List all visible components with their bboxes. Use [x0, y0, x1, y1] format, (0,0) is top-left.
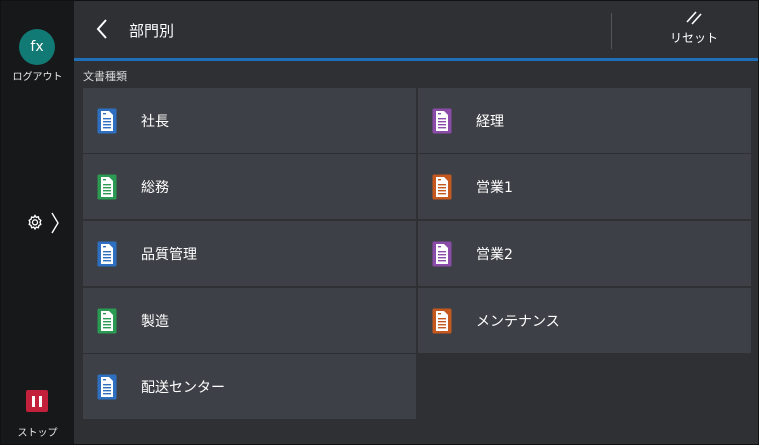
document-type-tile[interactable]: 営業1: [418, 154, 751, 219]
document-type-label: メンテナンス: [476, 313, 560, 330]
document-icon: [97, 308, 117, 333]
page-title: 部門別: [129, 22, 175, 40]
user-initials: fx: [30, 39, 44, 55]
pause-icon-bar-right: [39, 395, 42, 407]
chevron-right-icon: [51, 212, 59, 234]
document-icon: [97, 174, 117, 199]
user-avatar-button[interactable]: fx: [19, 29, 55, 65]
reset-button[interactable]: リセット: [644, 9, 744, 55]
document-type-label: 営業1: [476, 179, 513, 196]
gear-icon: [28, 214, 42, 231]
side-rail: fx ログアウト ストップ: [1, 1, 74, 444]
document-icon: [432, 174, 452, 199]
document-icon: [97, 108, 117, 133]
stop-button[interactable]: [26, 390, 48, 412]
logout-label: ログアウト: [12, 72, 63, 83]
document-type-label: 経理: [476, 113, 504, 130]
document-type-label: 総務: [141, 179, 169, 196]
document-type-tile[interactable]: 経理: [418, 88, 751, 153]
document-icon: [432, 241, 452, 266]
document-type-label: 営業2: [476, 246, 513, 263]
reset-label: リセット: [669, 31, 718, 45]
reset-icon: [686, 11, 702, 25]
document-type-tile[interactable]: 製造: [83, 288, 416, 353]
screen: fx ログアウト ストップ 部門別 リセット 文書種類 社長 経理 総務 営業1…: [0, 0, 759, 445]
document-type-tile[interactable]: 社長: [83, 88, 416, 153]
document-icon: [432, 108, 452, 133]
document-type-label: 配送センター: [141, 379, 225, 396]
document-type-label: 品質管理: [141, 246, 197, 263]
document-type-label: 社長: [141, 113, 169, 130]
document-type-tile[interactable]: メンテナンス: [418, 288, 751, 353]
document-icon: [97, 374, 117, 399]
section-label: 文書種類: [83, 70, 127, 83]
document-type-tile[interactable]: 営業2: [418, 221, 751, 286]
document-type-tile[interactable]: 品質管理: [83, 221, 416, 286]
pause-icon-bar-left: [32, 395, 35, 407]
document-icon: [432, 308, 452, 333]
document-type-tile[interactable]: 配送センター: [83, 354, 416, 419]
stop-label: ストップ: [17, 428, 58, 439]
chevron-left-icon: [96, 19, 107, 39]
settings-button[interactable]: [25, 209, 69, 237]
document-icon: [97, 241, 117, 266]
header-bar: 部門別 リセット: [74, 1, 758, 61]
document-type-tile[interactable]: 総務: [83, 154, 416, 219]
header-divider: [611, 13, 612, 49]
back-button[interactable]: [88, 15, 116, 43]
document-type-label: 製造: [141, 313, 169, 330]
